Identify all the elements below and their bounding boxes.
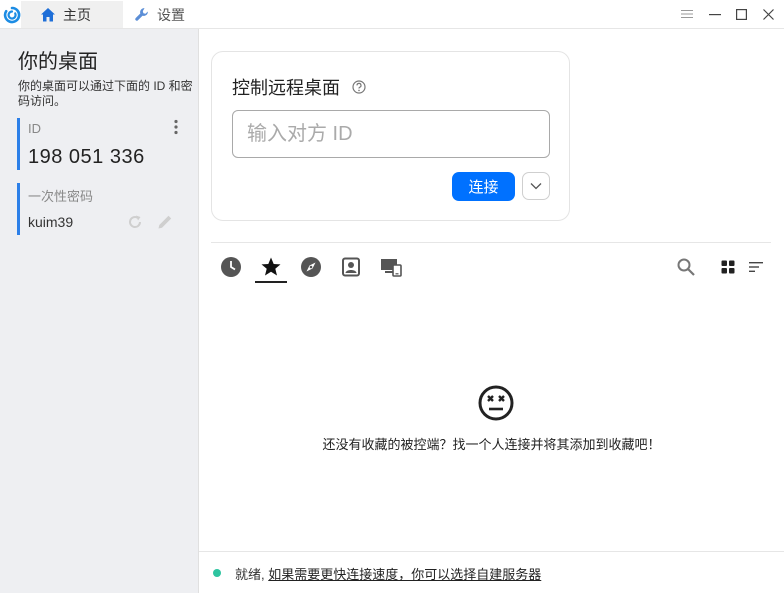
address-book-icon <box>342 257 360 277</box>
wrench-icon <box>135 7 148 21</box>
active-tab-indicator <box>255 281 287 283</box>
id-label: ID <box>28 121 41 136</box>
title-bar: 主页 设置 <box>0 0 784 29</box>
tab-home-label: 主页 <box>63 6 91 23</box>
hamburger-icon <box>681 10 693 18</box>
empty-favorites-message: 还没有收藏的被控端？找一个人连接并将其添加到收藏吧！ <box>322 437 661 452</box>
sort-button[interactable] <box>745 256 767 278</box>
tab-settings[interactable]: 设置 <box>123 1 227 28</box>
sort-icon <box>749 262 763 272</box>
your-desktop-title: 你的桌面 <box>18 51 98 73</box>
maximize-button[interactable] <box>733 6 749 22</box>
control-remote-card: 控制远程桌面 连接 <box>211 51 570 221</box>
tab-recent-sessions[interactable] <box>220 256 242 278</box>
maximize-icon <box>735 8 747 20</box>
more-vertical-icon[interactable] <box>170 119 182 135</box>
tab-settings-label: 设置 <box>157 6 185 23</box>
close-icon <box>762 8 774 20</box>
self-host-server-link[interactable]: 如果需要更快连接速度，你可以选择自建服务器 <box>268 567 541 582</box>
grid-view-button[interactable] <box>717 256 739 278</box>
connect-options-button[interactable] <box>522 172 550 200</box>
menu-button[interactable] <box>679 6 695 22</box>
close-button[interactable] <box>760 6 776 22</box>
sad-face-icon <box>478 385 514 421</box>
password-label: 一次性密码 <box>28 189 94 204</box>
refresh-icon[interactable] <box>126 213 144 231</box>
home-icon <box>41 7 55 21</box>
tab-address-book[interactable] <box>340 256 362 278</box>
devices-icon <box>381 259 402 277</box>
remote-id-input[interactable] <box>232 110 550 158</box>
compass-icon <box>301 257 321 277</box>
tab-home[interactable]: 主页 <box>21 1 123 28</box>
password-block: 一次性密码 kuim39 <box>17 183 190 235</box>
search-button[interactable] <box>675 256 697 278</box>
status-text: 就绪, 如果需要更快连接速度，你可以选择自建服务器 <box>235 564 541 583</box>
status-bar: 就绪, 如果需要更快连接速度，你可以选择自建服务器 <box>199 551 784 593</box>
status-indicator-dot <box>213 569 221 577</box>
your-desktop-panel: 你的桌面 你的桌面可以通过下面的 ID 和密码访问。 ID 198 051 33… <box>0 29 199 593</box>
chevron-down-icon <box>530 183 542 190</box>
id-value[interactable]: 198 051 336 <box>28 146 145 169</box>
tab-favorites[interactable] <box>260 256 282 278</box>
minimize-icon <box>709 14 721 16</box>
section-divider <box>211 242 771 243</box>
clock-icon <box>221 257 241 277</box>
minimize-button[interactable] <box>707 6 723 22</box>
edit-pencil-icon[interactable] <box>156 213 174 231</box>
star-icon <box>261 257 281 276</box>
help-icon[interactable] <box>352 80 366 94</box>
tab-discovered[interactable] <box>300 256 322 278</box>
app-logo-icon <box>3 6 21 24</box>
connect-button[interactable]: 连接 <box>452 172 515 201</box>
tab-accessible-devices[interactable] <box>380 256 402 278</box>
your-desktop-description: 你的桌面可以通过下面的 ID 和密码访问。 <box>18 79 193 108</box>
password-value[interactable]: kuim39 <box>28 214 73 230</box>
grid-view-icon <box>721 260 735 274</box>
search-icon <box>677 258 695 276</box>
id-block: ID 198 051 336 <box>17 118 190 170</box>
status-state: 就绪, <box>235 567 265 582</box>
control-remote-title: 控制远程桌面 <box>232 78 340 98</box>
